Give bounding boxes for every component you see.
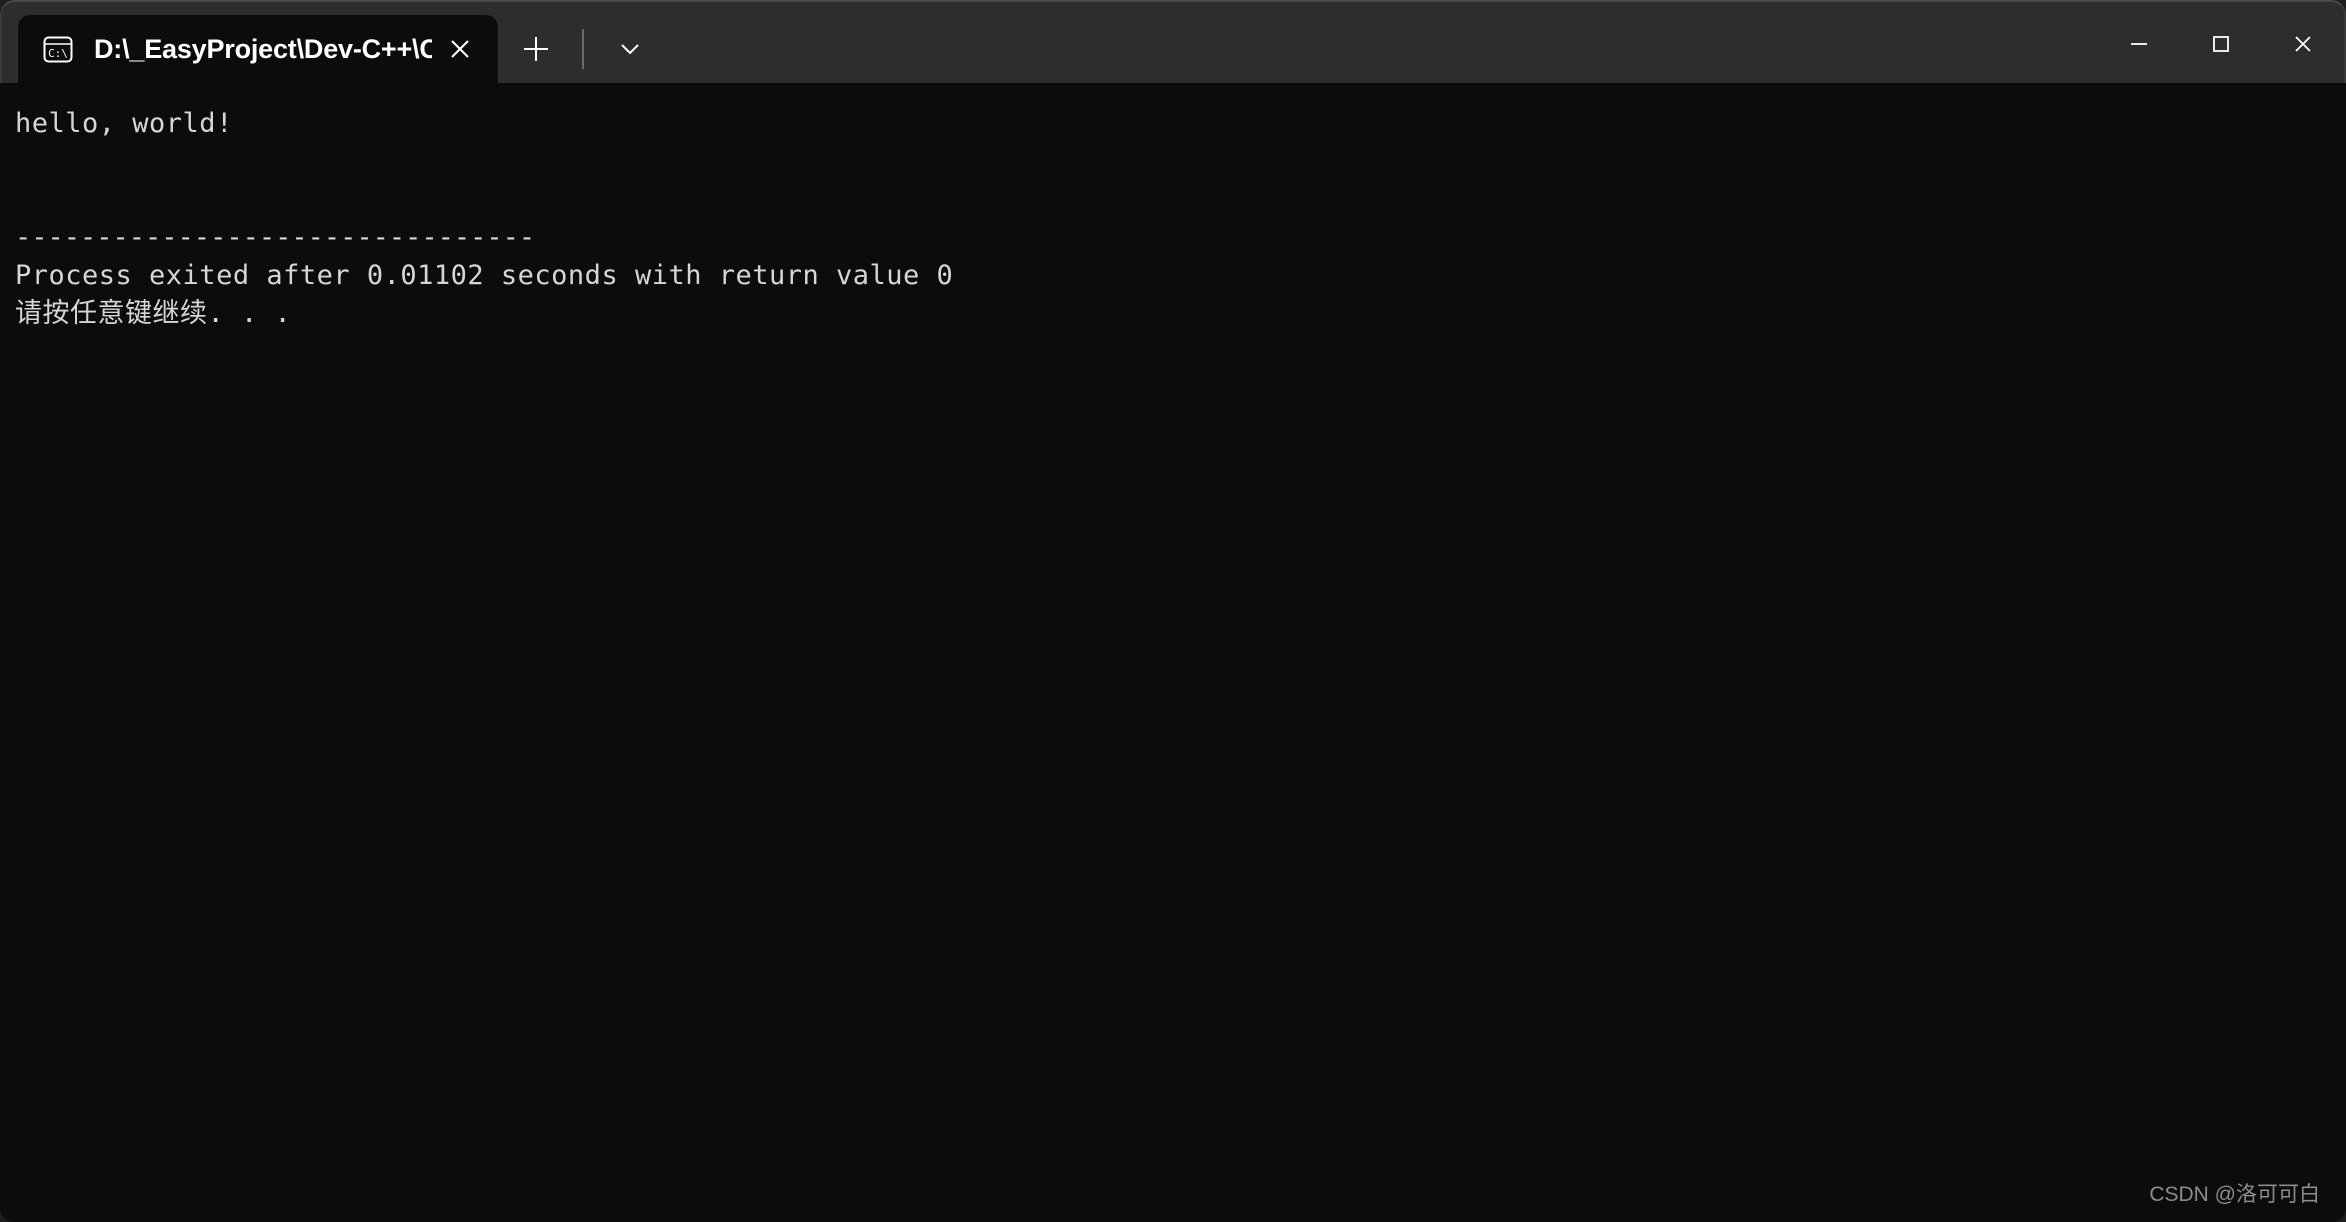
terminal-line-separator: -------------------------------- xyxy=(15,222,536,253)
tab-command-prompt[interactable]: C:\ D:\_EasyProject\Dev-C++\Cor xyxy=(18,15,498,83)
tab-dropdown-button[interactable] xyxy=(598,23,662,75)
terminal-line-blank-1 xyxy=(15,143,2346,181)
terminal-window: C:\ D:\_EasyProject\Dev-C++\Cor hello, w… xyxy=(0,0,2346,1222)
new-tab-button[interactable] xyxy=(504,23,568,75)
close-icon xyxy=(2295,35,2311,52)
chevron-down-icon xyxy=(621,44,639,55)
svg-text:C:\: C:\ xyxy=(48,47,68,60)
plus-icon xyxy=(524,37,548,61)
tab-tools-divider xyxy=(582,29,584,69)
command-prompt-icon: C:\ xyxy=(40,31,76,67)
terminal-line-exit-message: Process exited after 0.01102 seconds wit… xyxy=(15,260,954,291)
terminal-line-blank-2 xyxy=(15,181,2346,219)
tab-close-icon[interactable] xyxy=(432,21,488,77)
terminal-line-output: hello, world! xyxy=(15,108,233,139)
window-controls xyxy=(2098,2,2344,85)
tab-tools xyxy=(498,15,662,83)
minimize-icon xyxy=(2131,42,2147,45)
terminal-output-area[interactable]: hello, world! --------------------------… xyxy=(0,83,2346,1222)
close-button[interactable] xyxy=(2262,2,2344,85)
tab-title: D:\_EasyProject\Dev-C++\Cor xyxy=(94,33,432,64)
title-bar[interactable]: C:\ D:\_EasyProject\Dev-C++\Cor xyxy=(0,0,2346,83)
tab-strip: C:\ D:\_EasyProject\Dev-C++\Cor xyxy=(2,2,662,83)
maximize-button[interactable] xyxy=(2180,2,2262,85)
minimize-button[interactable] xyxy=(2098,2,2180,85)
watermark: CSDN @洛可可白 xyxy=(2149,1183,2320,1206)
maximize-icon xyxy=(2213,35,2229,52)
terminal-line-press-any-key: 请按任意键继续. . . xyxy=(15,298,292,329)
